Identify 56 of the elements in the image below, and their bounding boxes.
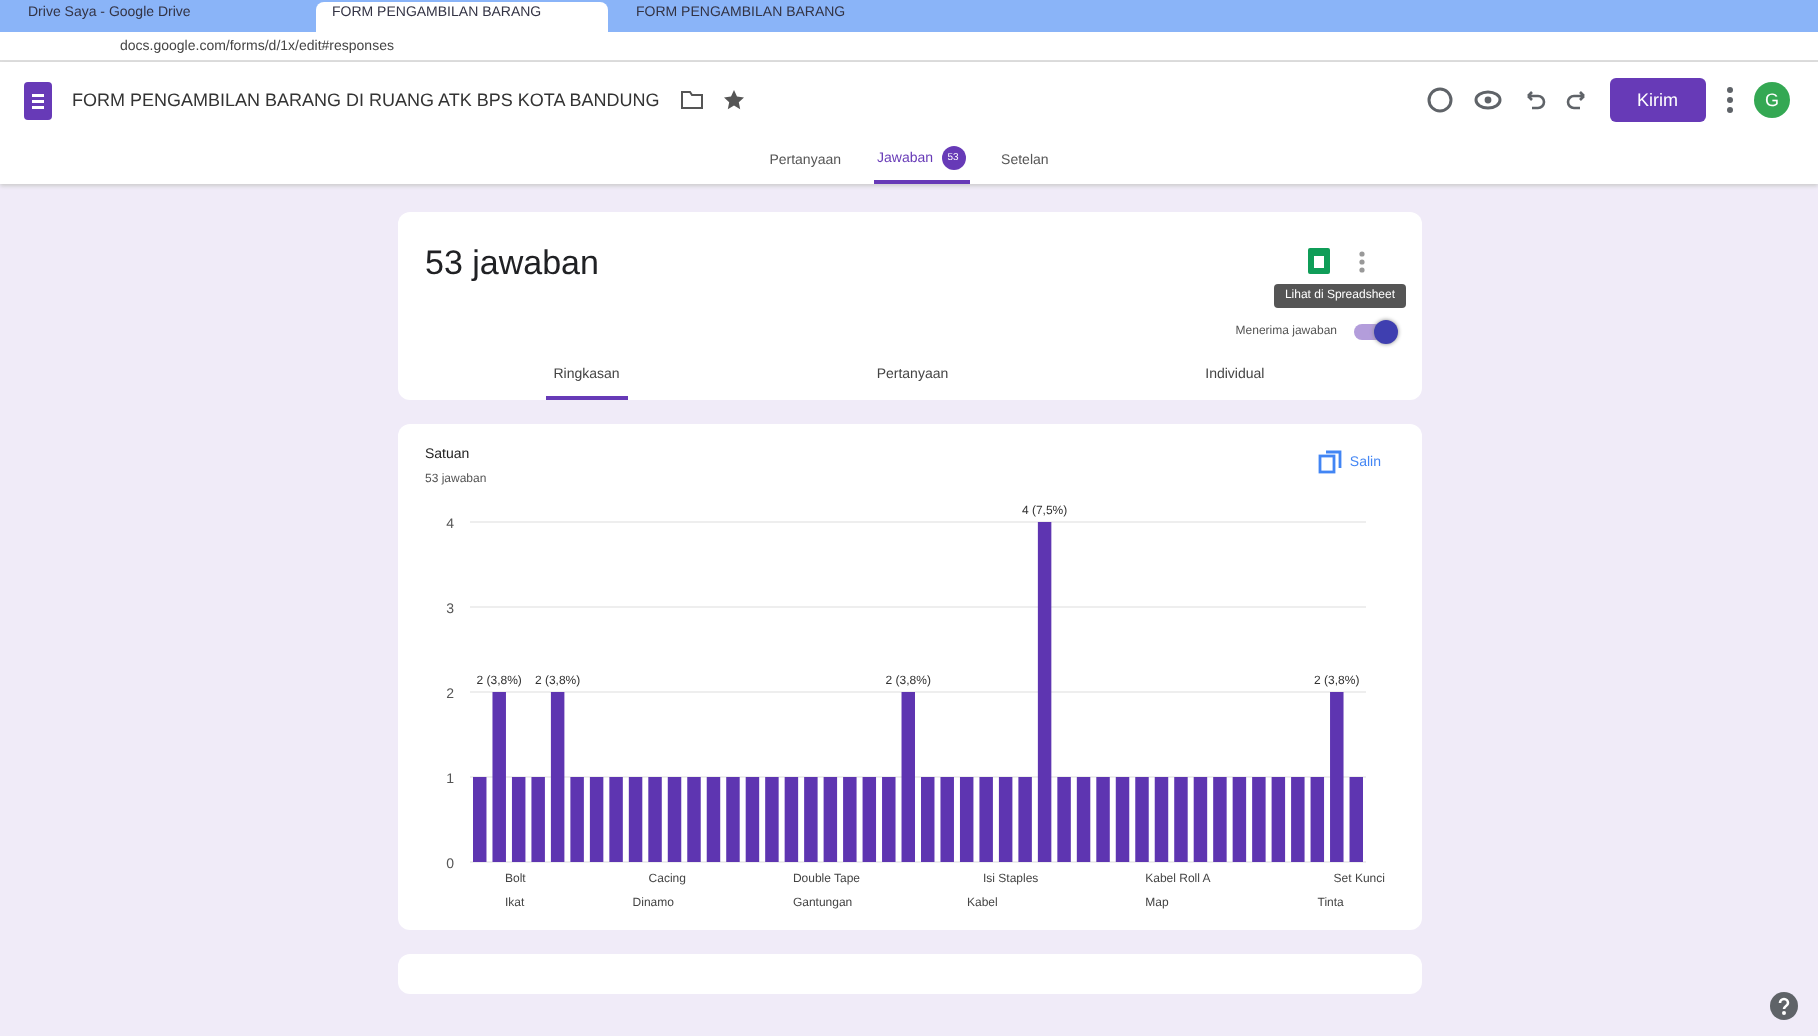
forms-logo-icon xyxy=(24,81,52,119)
bar xyxy=(958,777,973,862)
bar xyxy=(627,777,642,862)
bar xyxy=(1017,777,1031,862)
bar xyxy=(530,777,544,862)
bar xyxy=(939,777,953,862)
bar xyxy=(744,777,759,862)
bar xyxy=(647,777,661,862)
bar xyxy=(510,777,525,862)
undo-icon[interactable] xyxy=(1521,88,1545,112)
bar xyxy=(1134,777,1148,862)
bar xyxy=(1075,777,1090,862)
bar xyxy=(1114,777,1129,862)
bar xyxy=(1251,777,1265,862)
bar xyxy=(861,777,876,862)
bar xyxy=(569,777,583,862)
form-title[interactable]: FORM PENGAMBILAN BARANG DI RUANG ATK BPS KOTA BANDUNG xyxy=(72,90,660,110)
bar xyxy=(822,777,837,862)
eye-icon[interactable] xyxy=(1473,86,1501,114)
bar xyxy=(705,777,720,862)
bar xyxy=(1212,777,1226,862)
copy-icon xyxy=(1317,450,1342,474)
bar xyxy=(764,777,778,862)
bar xyxy=(608,777,622,862)
bar xyxy=(1231,777,1246,862)
bar xyxy=(803,777,817,862)
send-button[interactable]: Kirim xyxy=(1609,78,1706,122)
bar xyxy=(1095,777,1109,862)
bar xyxy=(978,777,992,862)
bar xyxy=(472,777,486,862)
bar xyxy=(666,777,681,862)
bar xyxy=(1309,777,1324,862)
help-icon[interactable] xyxy=(1770,992,1798,1020)
bar xyxy=(1056,777,1070,862)
bar xyxy=(686,777,700,862)
star-icon[interactable] xyxy=(723,90,744,110)
bar xyxy=(1290,777,1304,862)
bar xyxy=(1192,777,1207,862)
accepting-switch[interactable] xyxy=(1353,324,1393,340)
bar xyxy=(783,777,798,862)
bar xyxy=(1173,777,1187,862)
bar xyxy=(920,777,934,862)
bar xyxy=(1270,777,1285,862)
more-icon[interactable] xyxy=(1726,86,1734,114)
bar xyxy=(1348,777,1362,862)
bar xyxy=(881,777,895,862)
more-icon[interactable] xyxy=(1357,249,1365,273)
bar xyxy=(842,777,856,862)
spreadsheet-icon[interactable] xyxy=(1307,248,1329,274)
bar xyxy=(997,777,1012,862)
bar xyxy=(725,777,739,862)
bar xyxy=(588,777,603,862)
folder-icon[interactable] xyxy=(679,90,704,110)
bar xyxy=(1153,777,1168,862)
redo-icon[interactable] xyxy=(1565,88,1589,112)
response-count: 53 jawaban xyxy=(425,244,599,284)
